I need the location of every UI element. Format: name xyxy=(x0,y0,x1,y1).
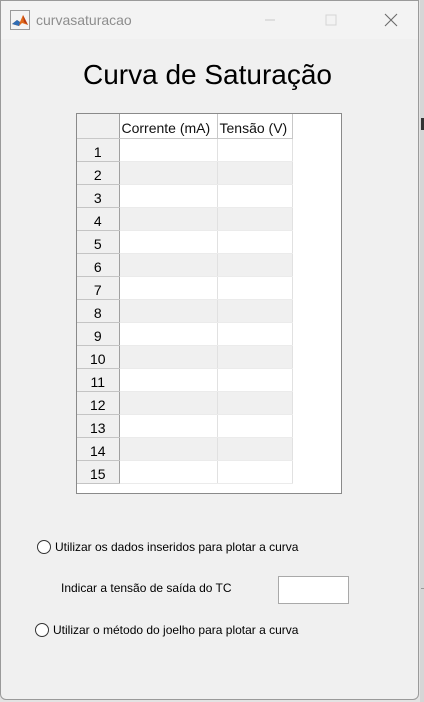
cell-tensao[interactable] xyxy=(217,368,293,392)
cell-tensao[interactable] xyxy=(217,161,293,185)
close-icon xyxy=(384,13,398,27)
cell-corrente[interactable] xyxy=(119,322,218,346)
table-row: 14 xyxy=(77,437,293,461)
app-window: curvasaturacao Curva de Saturação Corren… xyxy=(0,0,419,700)
cell-tensao[interactable] xyxy=(217,230,293,254)
cell-tensao[interactable] xyxy=(217,253,293,277)
knee-method-label: Utilizar o método do joelho para plotar … xyxy=(53,623,299,637)
column-header-tensao[interactable]: Tensão (V) xyxy=(217,114,293,139)
table-row: 2 xyxy=(77,161,293,185)
row-header[interactable]: 13 xyxy=(77,414,120,438)
cell-corrente[interactable] xyxy=(119,437,218,461)
cell-tensao[interactable] xyxy=(217,391,293,415)
cell-corrente[interactable] xyxy=(119,368,218,392)
maximize-button[interactable] xyxy=(308,7,354,33)
row-header[interactable]: 6 xyxy=(77,253,120,277)
row-header[interactable]: 14 xyxy=(77,437,120,461)
cell-corrente[interactable] xyxy=(119,391,218,415)
cell-corrente[interactable] xyxy=(119,414,218,438)
table-row: 7 xyxy=(77,276,293,300)
minimize-button[interactable] xyxy=(247,7,293,33)
cell-tensao[interactable] xyxy=(217,345,293,369)
cell-tensao[interactable] xyxy=(217,299,293,323)
row-header[interactable]: 2 xyxy=(77,161,120,185)
window-title: curvasaturacao xyxy=(36,12,132,28)
cell-corrente[interactable] xyxy=(119,184,218,208)
cell-tensao[interactable] xyxy=(217,414,293,438)
table-corner[interactable] xyxy=(77,114,120,139)
tc-voltage-input[interactable] xyxy=(278,576,349,604)
row-header[interactable]: 8 xyxy=(77,299,120,323)
row-header[interactable]: 4 xyxy=(77,207,120,231)
data-table[interactable]: Corrente (mA) Tensão (V) 1 2 3 4 5 6 7 8 9 10 11 12… xyxy=(76,113,342,494)
cell-corrente[interactable] xyxy=(119,230,218,254)
row-header[interactable]: 15 xyxy=(77,460,120,484)
tc-voltage-label: Indicar a tensão de saída do TC xyxy=(61,581,232,595)
use-data-radio[interactable] xyxy=(37,540,51,554)
table-row: 11 xyxy=(77,368,293,392)
cell-tensao[interactable] xyxy=(217,460,293,484)
cell-tensao[interactable] xyxy=(217,138,293,162)
cell-corrente[interactable] xyxy=(119,161,218,185)
cell-tensao[interactable] xyxy=(217,184,293,208)
cell-corrente[interactable] xyxy=(119,138,218,162)
table-row: 8 xyxy=(77,299,293,323)
table-row: 1 xyxy=(77,138,293,162)
table-row: 6 xyxy=(77,253,293,277)
row-header[interactable]: 5 xyxy=(77,230,120,254)
close-button[interactable] xyxy=(368,7,414,33)
table-row: 10 xyxy=(77,345,293,369)
cell-tensao[interactable] xyxy=(217,322,293,346)
page-title: Curva de Saturação xyxy=(82,59,333,90)
row-header[interactable]: 1 xyxy=(77,138,120,162)
cell-corrente[interactable] xyxy=(119,299,218,323)
row-header[interactable]: 9 xyxy=(77,322,120,346)
table-row: 12 xyxy=(77,391,293,415)
cell-corrente[interactable] xyxy=(119,207,218,231)
table-row: 3 xyxy=(77,184,293,208)
row-header[interactable]: 3 xyxy=(77,184,120,208)
cell-corrente[interactable] xyxy=(119,345,218,369)
background-window-edge xyxy=(420,0,424,702)
cell-tensao[interactable] xyxy=(217,207,293,231)
table-row: 5 xyxy=(77,230,293,254)
row-header[interactable]: 10 xyxy=(77,345,120,369)
table-row: 13 xyxy=(77,414,293,438)
matlab-app-icon xyxy=(10,10,30,30)
use-data-label: Utilizar os dados inseridos para plotar … xyxy=(55,540,299,554)
row-header[interactable]: 7 xyxy=(77,276,120,300)
table-row: 15 xyxy=(77,460,293,484)
cell-corrente[interactable] xyxy=(119,460,218,484)
minimize-icon xyxy=(265,19,275,21)
row-header[interactable]: 11 xyxy=(77,368,120,392)
cell-tensao[interactable] xyxy=(217,276,293,300)
table-row: 4 xyxy=(77,207,293,231)
cell-corrente[interactable] xyxy=(119,276,218,300)
cell-corrente[interactable] xyxy=(119,253,218,277)
use-data-option[interactable]: Utilizar os dados inseridos para plotar … xyxy=(37,540,298,554)
title-bar[interactable]: curvasaturacao xyxy=(1,1,418,39)
table-row: 9 xyxy=(77,322,293,346)
knee-method-radio[interactable] xyxy=(35,623,49,637)
row-header[interactable]: 12 xyxy=(77,391,120,415)
maximize-icon xyxy=(325,14,337,26)
cell-tensao[interactable] xyxy=(217,437,293,461)
knee-method-option[interactable]: Utilizar o método do joelho para plotar … xyxy=(35,623,298,637)
column-header-corrente[interactable]: Corrente (mA) xyxy=(119,114,218,139)
